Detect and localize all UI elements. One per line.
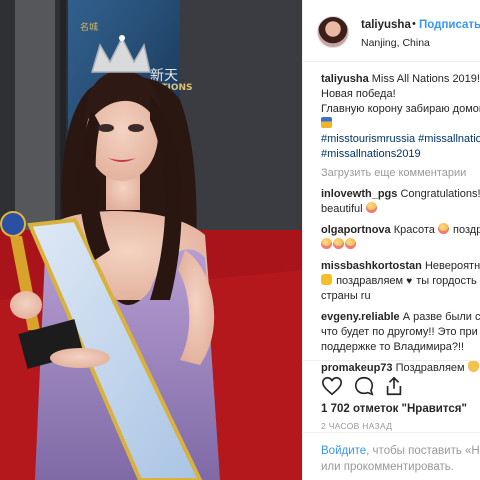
comment-cont <box>321 238 480 253</box>
comment-cont: страны ru <box>321 290 371 302</box>
caption-username[interactable]: taliyusha <box>321 73 369 85</box>
comment-text: Невероятная <box>424 260 480 272</box>
post-photo[interactable]: 名城 ALL NATIONS 新天 <box>0 0 302 480</box>
caption-line: Новая победа! <box>321 88 396 100</box>
caption-line <box>321 117 480 132</box>
caption-line: taliyusha Miss All Nations 2019! <box>321 72 480 87</box>
blush-emoji-icon <box>345 238 356 249</box>
heart-emoji-icon: ♥ <box>406 276 413 287</box>
caption-text: Miss All Nations 2019! <box>371 73 480 85</box>
blush-emoji-icon <box>333 238 344 249</box>
comment-cont: что будет по другому!! Это при <box>321 326 478 338</box>
comment-cont: поздравляем ♥ ты гордость <box>321 274 480 289</box>
comment: inlovewth_pgs Congratulations! s <box>321 187 480 202</box>
login-link[interactable]: Войдите <box>321 445 366 457</box>
comment-text: ты гордость <box>416 275 477 287</box>
banner-text: 名城 <box>80 21 98 33</box>
comment: missbashkortostan Невероятная <box>321 259 480 274</box>
avatar[interactable] <box>317 16 349 48</box>
load-more-comments[interactable]: Загрузить еще комментарии <box>321 166 480 181</box>
blush-emoji-icon <box>437 223 449 234</box>
post-sidebar: taliyusha • Подписаться Nanjing, China t… <box>302 0 480 480</box>
heart-icon[interactable] <box>321 375 343 397</box>
comment-text: beautiful <box>321 203 363 215</box>
comment-username[interactable]: missbashkortostan <box>321 260 422 272</box>
login-text: , чтобы поставить «Нра <box>366 445 480 457</box>
blush-emoji-icon <box>321 238 332 249</box>
likes-count[interactable]: 1 702 отметок "Нравится" <box>321 403 467 415</box>
comment-username[interactable]: inlovewth_pgs <box>321 188 397 200</box>
comment-text: А разве были со <box>402 311 480 323</box>
separator-dot: • <box>412 18 416 30</box>
comment-username[interactable]: evgeny.reliable <box>321 311 400 323</box>
comment-icon[interactable] <box>353 375 375 397</box>
location-link[interactable]: Nanjing, China <box>361 37 430 49</box>
comments-feed: taliyusha Miss All Nations 2019! Новая п… <box>321 72 480 376</box>
blush-emoji-icon <box>365 202 377 213</box>
hashtag-link[interactable]: #misstourismrussia #missallnations <box>321 133 480 145</box>
follow-button[interactable]: Подписаться <box>419 19 480 31</box>
post-timestamp[interactable]: 2 ЧАСОВ НАЗАД <box>321 421 392 431</box>
post-header: taliyusha • Подписаться Nanjing, China <box>303 0 480 62</box>
hashtags: #misstourismrussia #missallnations <box>321 132 480 147</box>
author-username[interactable]: taliyusha <box>361 19 411 31</box>
comment: evgeny.reliable А разве были со <box>321 310 480 325</box>
share-icon[interactable] <box>383 375 405 397</box>
comment-cont: поддержке то Владимира?!! <box>321 341 465 353</box>
hashtag-link[interactable]: #missallnations2019 <box>321 148 421 160</box>
login-prompt: Войдите, чтобы поставить «Нра или проком… <box>303 432 480 480</box>
medal-emoji-icon <box>321 117 332 128</box>
login-text: или прокомментировать. <box>321 461 454 473</box>
comment-text: Congratulations! s <box>400 188 480 200</box>
comment-cont: beautiful <box>321 202 480 217</box>
hashtags: #missallnations2019 <box>321 147 480 162</box>
comment-text: поздр <box>453 224 480 236</box>
comment-text: Красота <box>393 224 435 236</box>
caption-line: Главную корону забираю домой <box>321 103 480 115</box>
comment: olgaportnova Красота поздр <box>321 223 480 238</box>
photo-scene: 名城 ALL NATIONS 新天 <box>0 0 302 480</box>
comment-username[interactable]: olgaportnova <box>321 224 391 236</box>
comment-text: поздравляем <box>336 275 404 287</box>
cat-emoji-icon <box>321 274 332 285</box>
